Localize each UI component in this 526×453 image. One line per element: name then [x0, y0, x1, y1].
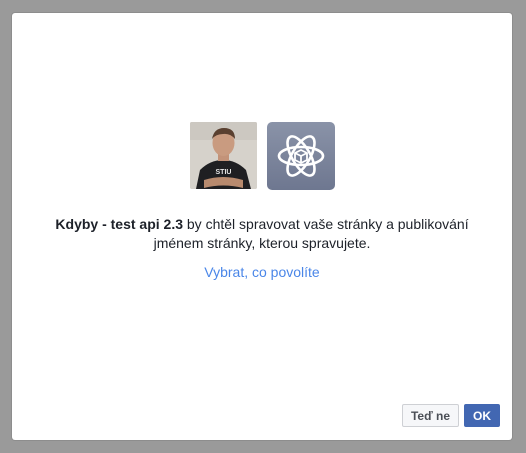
permission-message: Kdyby - test api 2.3 by chtěl spravovat …	[42, 215, 482, 253]
app-icon	[266, 122, 335, 190]
choose-permissions-link[interactable]: Vybrat, co povolíte	[12, 264, 512, 280]
message-text-2: jménem stránky, kterou spravujete.	[153, 235, 371, 251]
app-name: Kdyby - test api 2.3	[55, 216, 183, 232]
message-text-1: by chtěl spravovat vaše stránky a publik…	[183, 216, 469, 232]
not-now-button[interactable]: Teď ne	[402, 404, 459, 427]
user-photo-icon: STIU	[189, 122, 257, 189]
permission-dialog: STIU Kdyby - test api 2.3 by chtěl sprav…	[12, 13, 512, 440]
user-avatar: STIU	[189, 122, 257, 189]
avatar-pair: STIU	[12, 122, 512, 190]
ok-button[interactable]: OK	[464, 404, 500, 427]
atom-icon	[277, 135, 324, 177]
shirt-text: STIU	[215, 169, 231, 176]
